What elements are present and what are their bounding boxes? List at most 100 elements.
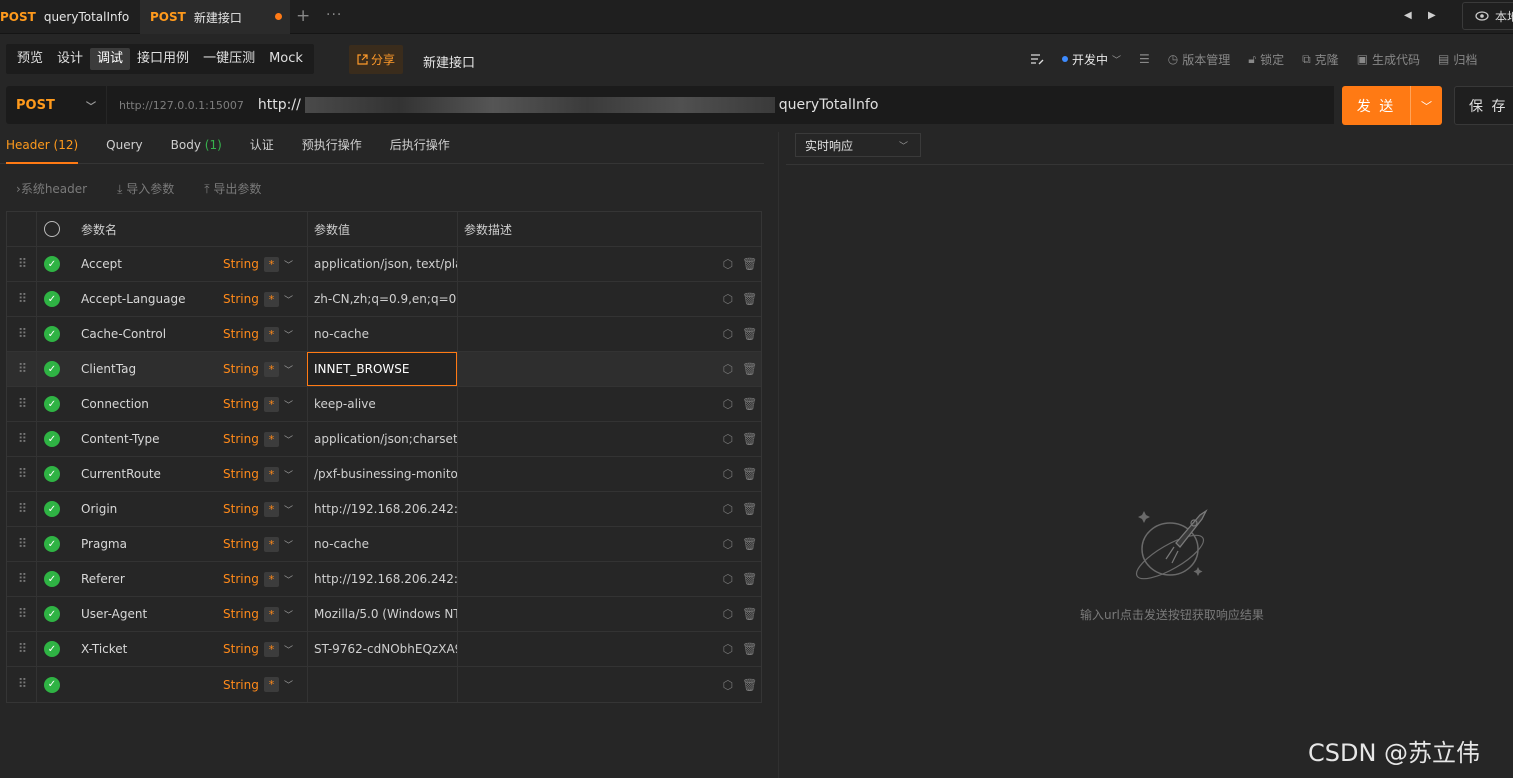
cube-icon[interactable]: ⬡ (723, 257, 733, 271)
drag-handle-icon[interactable]: ⠿ (7, 247, 37, 281)
chevron-down-icon[interactable]: ﹀ (284, 282, 296, 316)
required-toggle[interactable]: * (264, 317, 280, 351)
chevron-down-icon[interactable]: ﹀ (284, 457, 296, 491)
mode-preview[interactable]: 预览 (10, 48, 50, 70)
trash-icon[interactable]: 🗑︎ (742, 257, 757, 271)
row-enabled-checkbox[interactable]: ✓ (37, 527, 67, 561)
cube-icon[interactable]: ⬡ (723, 502, 733, 516)
tab-query-total-info[interactable]: POST queryTotalInfo (0, 0, 140, 34)
param-desc-input[interactable] (457, 562, 717, 596)
param-type-select[interactable]: String (223, 247, 263, 281)
trash-icon[interactable]: 🗑︎ (742, 397, 757, 411)
url-input[interactable]: http://127.0.0.1:15007 http:// queryTota… (107, 86, 1334, 124)
chevron-down-icon[interactable]: ﹀ (284, 387, 296, 421)
param-name-input[interactable]: Origin (81, 492, 221, 526)
status-select[interactable]: 开发中 ﹀ (1062, 51, 1121, 68)
export-params-button[interactable]: ⤒ 导出参数 (204, 180, 261, 197)
response-mode-select[interactable]: 实时响应 ﹀ (795, 133, 921, 157)
lock-button[interactable]: 🔓︎ 锁定 (1248, 51, 1284, 68)
param-desc-input[interactable] (457, 597, 717, 631)
mode-design[interactable]: 设计 (50, 48, 90, 70)
row-enabled-checkbox[interactable]: ✓ (37, 562, 67, 596)
param-value-input[interactable]: http://192.168.206.242:22 (307, 492, 457, 526)
param-value-input[interactable]: keep-alive (307, 387, 457, 421)
tab-new-api[interactable]: POST 新建接口 (140, 0, 290, 34)
required-toggle[interactable]: * (264, 632, 280, 666)
trash-icon[interactable]: 🗑︎ (742, 502, 757, 516)
param-name-input[interactable] (81, 667, 221, 702)
tab-auth[interactable]: 认证 (250, 132, 274, 164)
param-type-select[interactable]: String (223, 667, 263, 702)
required-toggle[interactable]: * (264, 597, 280, 631)
trash-icon[interactable]: 🗑︎ (742, 327, 757, 341)
param-type-select[interactable]: String (223, 352, 263, 386)
clone-button[interactable]: ⧉ 克隆 (1302, 51, 1339, 68)
param-type-select[interactable]: String (223, 597, 263, 631)
param-value-input[interactable]: http://192.168.206.242:22 (307, 562, 457, 596)
mode-test-cases[interactable]: 接口用例 (130, 48, 196, 70)
required-toggle[interactable]: * (264, 247, 280, 281)
share-button[interactable]: 分享 (349, 45, 403, 74)
row-enabled-checkbox[interactable]: ✓ (37, 597, 67, 631)
mode-stress-test[interactable]: 一键压测 (196, 48, 262, 70)
param-type-select[interactable]: String (223, 632, 263, 666)
tab-header[interactable]: Header (12) (6, 132, 79, 164)
list-icon[interactable]: ☰ (1139, 52, 1150, 66)
required-toggle[interactable]: * (264, 282, 280, 316)
param-value-input[interactable]: ST-9762-cdNObhEQzXA9 (307, 632, 457, 666)
chevron-down-icon[interactable]: ﹀ (284, 597, 296, 631)
tab-query[interactable]: Query (106, 132, 142, 164)
drag-handle-icon[interactable]: ⠿ (7, 667, 37, 702)
cube-icon[interactable]: ⬡ (723, 362, 733, 376)
panel-divider[interactable] (778, 132, 779, 778)
param-value-input[interactable]: no-cache (307, 317, 457, 351)
chevron-down-icon[interactable]: ﹀ (284, 422, 296, 456)
param-desc-input[interactable] (457, 632, 717, 666)
cube-icon[interactable]: ⬡ (723, 642, 733, 656)
chevron-down-icon[interactable]: ﹀ (284, 492, 296, 526)
param-type-select[interactable]: String (223, 527, 263, 561)
mode-debug[interactable]: 调试 (90, 48, 131, 70)
cube-icon[interactable]: ⬡ (723, 467, 733, 481)
param-type-select[interactable]: String (223, 492, 263, 526)
chevron-down-icon[interactable]: ﹀ (284, 317, 296, 351)
param-name-input[interactable]: Cache-Control (81, 317, 221, 351)
required-toggle[interactable]: * (264, 387, 280, 421)
tab-post-script[interactable]: 后执行操作 (390, 132, 450, 164)
row-enabled-checkbox[interactable]: ✓ (37, 632, 67, 666)
param-name-input[interactable]: Pragma (81, 527, 221, 561)
trash-icon[interactable]: 🗑︎ (742, 432, 757, 446)
trash-icon[interactable]: 🗑︎ (742, 292, 757, 306)
tab-body[interactable]: Body (1) (171, 132, 222, 164)
param-type-select[interactable]: String (223, 562, 263, 596)
version-button[interactable]: ◷ 版本管理 (1168, 51, 1231, 68)
required-toggle[interactable]: * (264, 667, 280, 702)
drag-handle-icon[interactable]: ⠿ (7, 562, 37, 596)
mode-mock[interactable]: Mock (262, 48, 310, 70)
param-desc-input[interactable] (457, 527, 717, 561)
cube-icon[interactable]: ⬡ (723, 397, 733, 411)
send-button[interactable]: 发 送 ﹀ (1342, 86, 1442, 125)
param-value-input[interactable]: INNET_BROWSE (307, 352, 457, 386)
request-name[interactable]: 新建接口 (423, 52, 475, 71)
required-toggle[interactable]: * (264, 422, 280, 456)
trash-icon[interactable]: 🗑︎ (742, 607, 757, 621)
import-params-button[interactable]: ⤓ 导入参数 (117, 180, 174, 197)
tab-prev-icon[interactable]: ◀ (1404, 10, 1412, 21)
param-value-input[interactable]: application/json, text/plai (307, 247, 457, 281)
param-desc-input[interactable] (457, 492, 717, 526)
drag-handle-icon[interactable]: ⠿ (7, 422, 37, 456)
more-tabs-icon[interactable]: ··· (326, 7, 342, 23)
required-toggle[interactable]: * (264, 352, 280, 386)
drag-handle-icon[interactable]: ⠿ (7, 457, 37, 491)
param-value-input[interactable]: /pxf-businessing-monitori (307, 457, 457, 491)
param-desc-input[interactable] (457, 317, 717, 351)
param-desc-input[interactable] (457, 457, 717, 491)
param-type-select[interactable]: String (223, 317, 263, 351)
param-name-input[interactable]: Referer (81, 562, 221, 596)
save-button[interactable]: 保 存 (1454, 86, 1513, 125)
trash-icon[interactable]: 🗑︎ (742, 572, 757, 586)
drag-handle-icon[interactable]: ⠿ (7, 387, 37, 421)
trash-icon[interactable]: 🗑︎ (742, 537, 757, 551)
trash-icon[interactable]: 🗑︎ (742, 642, 757, 656)
